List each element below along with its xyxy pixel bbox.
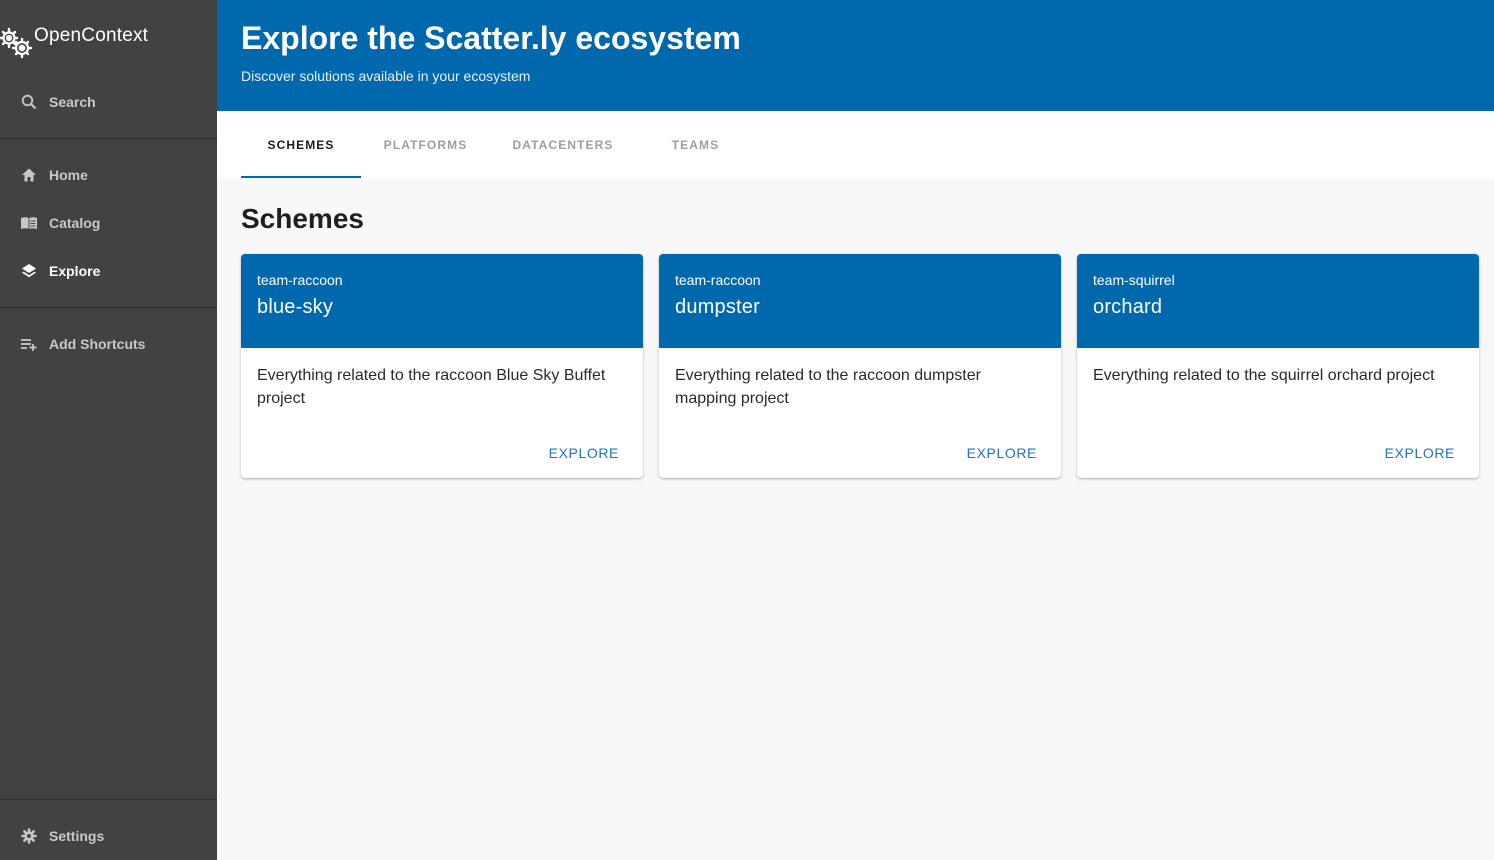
sidebar-item-label: Add Shortcuts — [49, 336, 146, 352]
gear-icon — [20, 827, 38, 845]
sidebar-divider — [0, 307, 217, 308]
tab-indicator — [241, 176, 361, 178]
card-header: team-raccoon dumpster — [659, 254, 1061, 348]
card-team: team-squirrel — [1093, 272, 1175, 288]
sidebar-item-label: Explore — [49, 263, 101, 279]
sidebar-item-settings[interactable]: Settings — [0, 816, 217, 856]
sidebar-divider — [0, 799, 217, 800]
sidebar: OpenContext Search Home Catalog Explore … — [0, 0, 217, 860]
sidebar-item-home[interactable]: Home — [0, 155, 217, 195]
card-description: Everything related to the squirrel orcha… — [1093, 367, 1435, 384]
explore-button[interactable]: EXPLORE — [967, 445, 1037, 461]
sidebar-item-add-shortcuts[interactable]: Add Shortcuts — [0, 324, 217, 364]
tab-bar: SCHEMES PLATFORMS DATACENTERS TEAMS — [217, 111, 1494, 179]
layers-icon — [20, 262, 38, 280]
sidebar-item-label: Home — [49, 167, 88, 183]
card-title: dumpster — [675, 296, 760, 318]
catalog-icon — [20, 214, 38, 232]
page-subtitle: Discover solutions available in your eco… — [241, 68, 531, 84]
card-description: Everything related to the raccoon dumpst… — [675, 367, 981, 407]
app-logo[interactable]: OpenContext — [0, 18, 148, 62]
scheme-card: team-raccoon blue-sky Everything related… — [241, 254, 643, 478]
section-title: Schemes — [241, 203, 364, 234]
playlist-add-icon — [20, 335, 38, 353]
search-icon — [20, 93, 38, 111]
sidebar-item-label: Search — [49, 94, 96, 110]
scheme-card: team-raccoon dumpster Everything related… — [659, 254, 1061, 478]
sidebar-divider — [0, 138, 217, 139]
explore-button[interactable]: EXPLORE — [549, 445, 619, 461]
sidebar-item-label: Catalog — [49, 215, 101, 231]
app-logo-text: OpenContext — [34, 25, 149, 46]
card-header: team-squirrel orchard — [1077, 254, 1479, 348]
sidebar-item-explore[interactable]: Explore — [0, 251, 217, 291]
tab-schemes[interactable]: SCHEMES — [241, 111, 361, 179]
tab-platforms[interactable]: PLATFORMS — [361, 111, 490, 179]
home-icon — [20, 166, 38, 184]
card-header: team-raccoon blue-sky — [241, 254, 643, 348]
tab-datacenters[interactable]: DATACENTERS — [490, 111, 636, 179]
sidebar-item-catalog[interactable]: Catalog — [0, 203, 217, 243]
card-title: blue-sky — [257, 296, 334, 318]
card-title: orchard — [1093, 296, 1163, 318]
card-team: team-raccoon — [257, 272, 343, 288]
page-title: Explore the Scatter.ly ecosystem — [241, 20, 741, 56]
page-header: Explore the Scatter.ly ecosystem Discove… — [217, 0, 1494, 111]
sidebar-item-search[interactable]: Search — [0, 82, 217, 122]
sidebar-item-label: Settings — [49, 828, 105, 844]
explore-button[interactable]: EXPLORE — [1385, 445, 1455, 461]
scheme-card: team-squirrel orchard Everything related… — [1077, 254, 1479, 478]
tab-teams[interactable]: TEAMS — [636, 111, 755, 179]
gears-logo-icon — [0, 18, 36, 62]
card-description: Everything related to the raccoon Blue S… — [257, 367, 606, 407]
card-team: team-raccoon — [675, 272, 761, 288]
